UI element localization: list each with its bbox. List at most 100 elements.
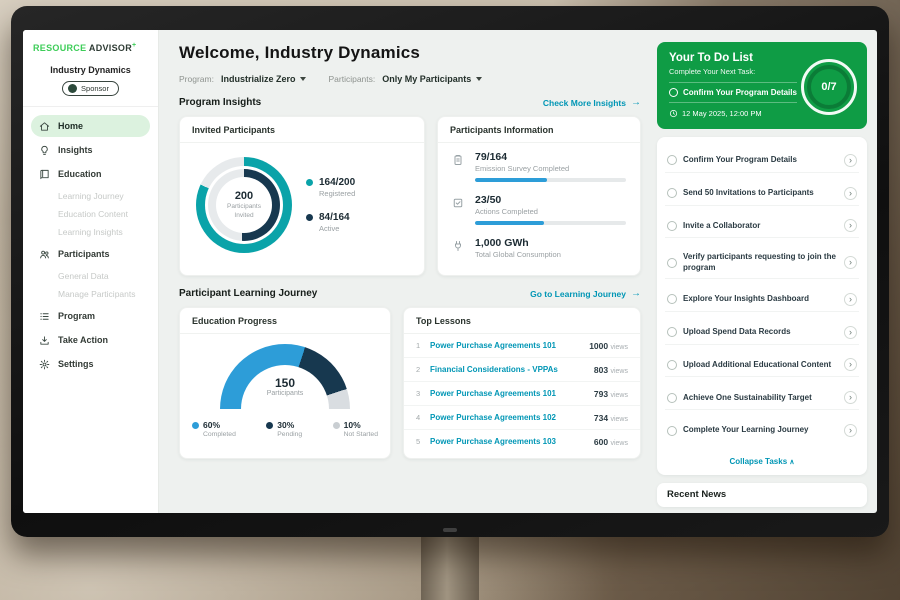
logo-plus: + [132,42,136,49]
info-label: Emission Survey Completed [475,164,626,173]
sidebar-item-program[interactable]: Program [31,305,150,327]
sidebar-divider [23,106,158,107]
task-label: Explore Your Insights Dashboard [683,294,838,304]
logo-resource: RESOURCE [33,43,86,53]
navy-dot-icon [306,214,313,221]
legend-value: 60% [203,420,236,430]
sidebar-item-home[interactable]: Home [31,115,150,137]
task-checkbox[interactable] [667,294,677,304]
chevron-right-icon[interactable]: › [844,326,857,339]
sidebar-item-settings[interactable]: Settings [31,353,150,375]
arrow-right-icon: → [631,288,641,299]
lesson-views-count: 793 [594,389,608,399]
chevron-right-icon[interactable]: › [844,256,857,269]
sidebar-item-label: Participants [58,249,110,259]
todo-task[interactable]: Explore Your Insights Dashboard › [665,288,859,312]
lesson-link[interactable]: Power Purchase Agreements 101 [430,389,586,398]
todo-task[interactable]: Invite a Collaborator › [665,214,859,238]
task-checkbox[interactable] [667,360,677,370]
sidebar-item-manage-participants[interactable]: Manage Participants [31,285,150,303]
todo-task[interactable]: Complete Your Learning Journey › [665,419,859,442]
todo-progress-ring: 0/7 [801,59,857,115]
donut-center-value: 200 [235,190,253,202]
sidebar-item-general-data[interactable]: General Data [31,267,150,285]
lesson-views-count: 600 [594,437,608,447]
check-more-insights-link[interactable]: Check More Insights→ [543,97,641,108]
sidebar-item-label: Settings [58,359,94,369]
chevron-right-icon[interactable]: › [844,293,857,306]
chevron-right-icon[interactable]: › [844,154,857,167]
task-checkbox[interactable] [667,426,677,436]
task-checkbox[interactable] [667,258,677,268]
todo-task[interactable]: Verify participants requesting to join t… [665,247,859,279]
collapse-tasks-link[interactable]: Collapse Tasks ∧ [665,451,859,473]
participants-filter-dropdown[interactable]: Only My Participants [382,74,482,84]
sidebar-item-learning-insights[interactable]: Learning Insights [31,223,150,241]
info-label: Actions Completed [475,207,626,216]
info-row-survey: 79/164 Emission Survey Completed [438,143,640,186]
lesson-rank: 3 [416,389,422,398]
education-progress-card-title: Education Progress [180,308,390,334]
task-label: Confirm Your Program Details [683,155,838,165]
todo-task[interactable]: Upload Additional Educational Content › [665,353,859,377]
task-checkbox[interactable] [667,188,677,198]
chevron-right-icon[interactable]: › [844,424,857,437]
chevron-right-icon[interactable]: › [844,219,857,232]
monitor-bezel: RESOURCE ADVISOR+ Industry Dynamics Spon… [11,6,889,537]
chevron-right-icon[interactable]: › [844,187,857,200]
lesson-row: 4 Power Purchase Agreements 102 734 view… [404,406,640,430]
lesson-link[interactable]: Financial Considerations - VPPAs [430,365,586,374]
sidebar-item-participants[interactable]: Participants [31,243,150,265]
task-checkbox[interactable] [667,221,677,231]
todo-task[interactable]: Achieve One Sustainability Target › [665,386,859,410]
sidebar-item-education[interactable]: Education [31,163,150,185]
people-icon [39,248,51,260]
legend-label: Active [319,224,350,233]
task-label: Send 50 Invitations to Participants [683,188,838,198]
sidebar-item-take-action[interactable]: Take Action [31,329,150,351]
go-to-learning-journey-label: Go to Learning Journey [530,289,626,299]
legend-label: Registered [319,189,355,198]
todo-due-date: 12 May 2025, 12:00 PM [682,109,762,118]
task-checkbox[interactable] [667,155,677,165]
program-filter-dropdown[interactable]: Industrialize Zero [221,74,307,84]
lesson-views-word: views [610,368,628,375]
program-insights-cards: Invited Participants 200 Participants In… [179,116,641,276]
sidebar-nav: Home Insights Education Learning Journey… [31,115,150,375]
sidebar-item-learning-journey[interactable]: Learning Journey [31,187,150,205]
lesson-link[interactable]: Power Purchase Agreements 101 [430,341,581,350]
sponsor-badge[interactable]: Sponsor [62,81,119,96]
lesson-rank: 5 [416,437,422,446]
sidebar: RESOURCE ADVISOR+ Industry Dynamics Spon… [23,30,159,513]
chevron-right-icon[interactable]: › [844,391,857,404]
task-label: Upload Additional Educational Content [683,360,838,370]
sidebar-item-education-content[interactable]: Education Content [31,205,150,223]
monitor-stand [421,533,479,600]
top-lessons-card: Top Lessons 1 Power Purchase Agreements … [403,307,641,459]
task-checkbox[interactable] [669,88,678,97]
legend-value: 84/164 [319,212,350,223]
program-filter-value: Industrialize Zero [221,74,296,84]
list-icon [39,310,51,322]
todo-task[interactable]: Send 50 Invitations to Participants › [665,182,859,206]
go-to-learning-journey-link[interactable]: Go to Learning Journey → [530,288,641,299]
info-value: 23/50 [475,194,626,206]
task-checkbox[interactable] [667,393,677,403]
participants-information-card-title: Participants Information [438,117,640,143]
todo-next-task[interactable]: Confirm Your Program Details [669,82,797,103]
task-checkbox[interactable] [667,327,677,337]
recent-news-title: Recent News [667,489,726,500]
todo-task[interactable]: Upload Spend Data Records › [665,321,859,345]
chevron-right-icon[interactable]: › [844,358,857,371]
lesson-link[interactable]: Power Purchase Agreements 102 [430,413,586,422]
lesson-views-word: views [610,392,628,399]
task-label: Achieve One Sustainability Target [683,393,838,403]
todo-task[interactable]: Confirm Your Program Details › [665,149,859,173]
lesson-link[interactable]: Power Purchase Agreements 103 [430,437,586,446]
sidebar-item-insights[interactable]: Insights [31,139,150,161]
survey-progress-bar [475,178,626,182]
info-label: Total Global Consumption [475,250,626,259]
gear-icon [39,358,51,370]
participants-filter-label: Participants: [328,74,375,84]
blue-dot-icon [192,422,199,429]
